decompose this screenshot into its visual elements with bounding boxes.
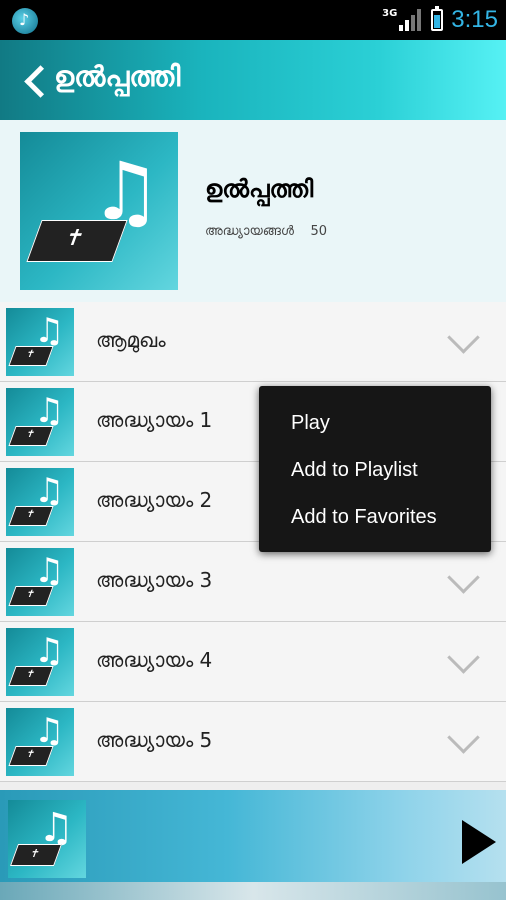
- music-bible-icon: ♫: [6, 468, 74, 536]
- chevron-down-icon[interactable]: [450, 328, 476, 354]
- list-item[interactable]: ♫ ആമുഖം: [0, 302, 506, 382]
- chevron-down-icon[interactable]: [450, 728, 476, 754]
- music-bible-icon: ♫: [6, 708, 74, 776]
- context-menu: Play Add to Playlist Add to Favorites: [259, 386, 491, 552]
- chevron-down-icon[interactable]: [450, 648, 476, 674]
- signal-icon: [399, 9, 423, 31]
- menu-item-add-to-playlist[interactable]: Add to Playlist: [259, 447, 491, 494]
- list-item-label: അദ്ധ്യായം 3: [96, 568, 213, 592]
- music-bible-icon: ♫: [6, 388, 74, 456]
- chapter-count-label: അദ്ധ്യായങ്ങൾ: [205, 224, 294, 239]
- list-item-label: അദ്ധ്യായം 2: [96, 488, 213, 512]
- list-item-label: ആമുഖം: [96, 328, 166, 352]
- chevron-down-icon[interactable]: [450, 568, 476, 594]
- list-item-label: അദ്ധ്യായം 4: [96, 648, 213, 672]
- book-title: ഉൽപ്പത്തി: [205, 175, 314, 203]
- list-item-label: അദ്ധ്യായം 5: [96, 728, 213, 752]
- status-time: 3:15: [451, 6, 498, 33]
- music-bible-icon: ♫: [6, 308, 74, 376]
- music-bible-icon: ♫: [6, 548, 74, 616]
- network-type: 3G: [382, 7, 398, 19]
- now-playing-bar: ♫: [0, 790, 506, 900]
- list-item-label: അദ്ധ്യായം 1: [96, 408, 213, 432]
- header-title: ഉൽപ്പത്തി: [54, 60, 181, 93]
- app-header: ഉൽപ്പത്തി: [0, 40, 506, 120]
- music-bible-icon: ♫: [6, 628, 74, 696]
- chapter-count: അദ്ധ്യായങ്ങൾ 50: [205, 224, 327, 239]
- battery-icon: [431, 6, 444, 31]
- book-info: ♫ ഉൽപ്പത്തി അദ്ധ്യായങ്ങൾ 50: [0, 120, 506, 302]
- list-item[interactable]: ♫ അദ്ധ്യായം 5: [0, 702, 506, 782]
- back-icon[interactable]: [22, 64, 44, 98]
- music-bible-icon: ♫: [8, 800, 86, 878]
- menu-item-add-to-favorites[interactable]: Add to Favorites: [259, 494, 491, 541]
- list-item[interactable]: ♫ അദ്ധ്യായം 4: [0, 622, 506, 702]
- play-icon[interactable]: [462, 820, 496, 864]
- app-music-icon: [12, 8, 38, 34]
- list-item[interactable]: ♫ അദ്ധ്യായം 3: [0, 542, 506, 622]
- status-bar: 3G 3:15: [0, 0, 506, 40]
- menu-item-play[interactable]: Play: [259, 400, 491, 447]
- chapter-count-value: 50: [310, 224, 327, 239]
- music-bible-icon: ♫: [20, 132, 178, 290]
